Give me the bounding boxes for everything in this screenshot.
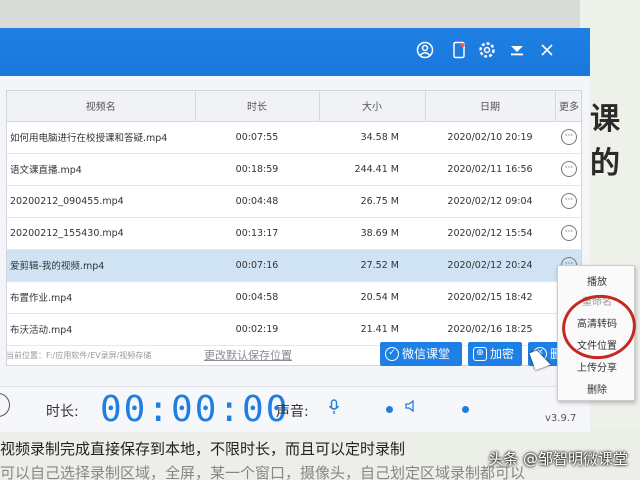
video-duration: 00:07:55: [195, 121, 319, 154]
speaker-volume-slider[interactable]: [462, 406, 469, 413]
video-date: 2020/02/15 18:42: [425, 281, 555, 314]
video-size: 38.69 M: [319, 217, 425, 250]
video-date: 2020/02/16 18:25: [425, 313, 555, 346]
wechat-classroom-button[interactable]: ✓ 微信课堂: [380, 342, 462, 366]
check-circle-icon: ✓: [385, 347, 399, 361]
version-label: v3.9.7: [545, 413, 577, 424]
video-name: 布沃活动.mp4: [7, 313, 195, 346]
recorder-bar: 时长: 00:00:00 声音: v3.9.7: [0, 386, 590, 432]
video-size: 20.54 M: [319, 281, 425, 314]
shield-icon: ⊕: [473, 347, 487, 361]
video-date: 2020/02/11 16:56: [425, 153, 555, 186]
ev-recorder-window: 视频名 时长 大小 日期 更多 如何用电脑进行在校授课和答疑.mp4 00:07…: [0, 28, 590, 432]
phone-icon[interactable]: [448, 41, 470, 63]
menu-item-upload-share[interactable]: 上传分享: [558, 360, 636, 378]
video-duration: 00:18:59: [195, 153, 319, 186]
column-header-more: 更多: [555, 91, 581, 122]
table-row-selected[interactable]: 爱剪辑-我的视频.mp4 00:07:16 27.52 M 2020/02/12…: [7, 249, 581, 282]
more-options-icon[interactable]: ···: [561, 193, 577, 209]
video-duration: 00:13:17: [195, 217, 319, 250]
video-date: 2020/02/12 15:54: [425, 217, 555, 250]
title-bar: [0, 28, 590, 76]
video-size: 26.75 M: [319, 185, 425, 218]
column-header-date[interactable]: 日期: [425, 91, 556, 122]
user-icon[interactable]: [414, 41, 436, 63]
video-name: 爱剪辑-我的视频.mp4: [7, 249, 195, 282]
background-heading-fragment: 课的: [590, 102, 622, 181]
video-size: 21.41 M: [319, 313, 425, 346]
video-list-table: 视频名 时长 大小 日期 更多 如何用电脑进行在校授课和答疑.mp4 00:07…: [6, 90, 582, 366]
video-duration: 00:04:48: [195, 185, 319, 218]
video-size: 27.52 M: [319, 249, 425, 282]
menu-item-play[interactable]: 播放: [558, 274, 636, 292]
table-row[interactable]: 20200212_155430.mp4 00:13:17 38.69 M 202…: [7, 217, 581, 250]
menu-icon[interactable]: [506, 41, 528, 63]
video-name: 20200212_090455.mp4: [7, 185, 195, 218]
menu-item-delete[interactable]: 删除: [558, 382, 636, 400]
microphone-icon[interactable]: [328, 399, 340, 419]
duration-label: 时长:: [46, 404, 79, 420]
sound-label: 声音:: [276, 404, 309, 420]
close-icon[interactable]: [536, 41, 558, 63]
video-name: 布置作业.mp4: [7, 281, 195, 314]
more-options-icon[interactable]: ···: [561, 161, 577, 177]
video-name: 20200212_155430.mp4: [7, 217, 195, 250]
mic-volume-slider[interactable]: [386, 406, 393, 413]
record-circle-icon[interactable]: [0, 393, 10, 417]
save-path-label: 当前位置：F:/应用软件/EV录屏/视频存储: [6, 351, 152, 360]
video-duration: 00:07:16: [195, 249, 319, 282]
more-options-icon[interactable]: ···: [561, 129, 577, 145]
video-date: 2020/02/12 20:24: [425, 249, 555, 282]
video-name: 如何用电脑进行在校授课和答疑.mp4: [7, 121, 195, 154]
background-text-line-1: 视频录制完成直接保存到本地，不限时长，而且可以定时录制: [0, 440, 406, 458]
table-header: 视频名 时长 大小 日期 更多: [7, 91, 581, 122]
video-name: 语文课直播.mp4: [7, 153, 195, 186]
watermark: 头条 @邹智明微课堂: [488, 450, 628, 468]
column-header-size[interactable]: 大小: [319, 91, 426, 122]
table-row[interactable]: 20200212_090455.mp4 00:04:48 26.75 M 202…: [7, 185, 581, 218]
more-options-icon[interactable]: ···: [561, 225, 577, 241]
settings-icon[interactable]: [476, 41, 498, 63]
table-row[interactable]: 语文课直播.mp4 00:18:59 244.41 M 2020/02/11 1…: [7, 153, 581, 186]
video-date: 2020/02/12 09:04: [425, 185, 555, 218]
column-header-name[interactable]: 视频名: [7, 91, 196, 122]
table-row[interactable]: 如何用电脑进行在校授课和答疑.mp4 00:07:55 34.58 M 2020…: [7, 121, 581, 154]
recording-timer: 00:00:00: [100, 389, 290, 430]
video-duration: 00:04:58: [195, 281, 319, 314]
video-size: 244.41 M: [319, 153, 425, 186]
column-header-duration[interactable]: 时长: [195, 91, 320, 122]
table-row[interactable]: 布沃活动.mp4 00:02:19 21.41 M 2020/02/16 18:…: [7, 313, 581, 346]
speaker-icon[interactable]: [404, 399, 418, 417]
video-date: 2020/02/10 20:19: [425, 121, 555, 154]
encrypt-button[interactable]: ⊕ 加密: [468, 342, 522, 366]
background-text-line-2: 可以自己选择录制区域，全屏，某一个窗口，摄像头，自己划定区域录制都可以: [0, 464, 526, 480]
table-row[interactable]: 布置作业.mp4 00:04:58 20.54 M 2020/02/15 18:…: [7, 281, 581, 314]
video-duration: 00:02:19: [195, 313, 319, 346]
video-size: 34.58 M: [319, 121, 425, 154]
change-save-location-link[interactable]: 更改默认保存位置: [204, 347, 292, 363]
